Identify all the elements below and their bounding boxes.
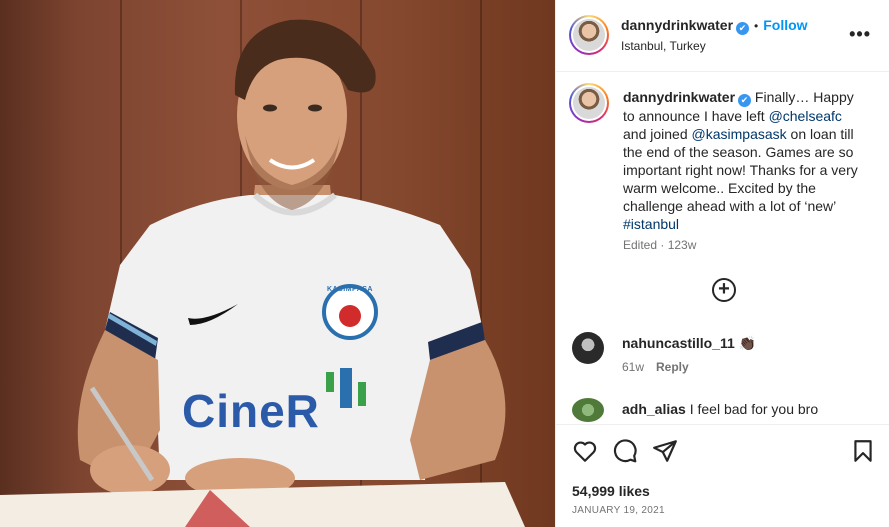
- share-icon[interactable]: [652, 438, 678, 464]
- avatar-image: [573, 87, 605, 119]
- likes-count[interactable]: 54,999 likes: [572, 483, 650, 499]
- comment-username[interactable]: adh_alias: [622, 401, 686, 417]
- avatar-image: [573, 19, 605, 51]
- post-location[interactable]: Istanbul, Turkey: [621, 39, 706, 53]
- caption-meta: Edited · 123w: [623, 238, 697, 252]
- comment-username[interactable]: nahuncastillo_11: [622, 335, 735, 351]
- verified-badge-icon: ✔: [736, 22, 750, 35]
- separator-dot: •: [754, 19, 759, 33]
- crest-text: KASIMPAŞA: [327, 286, 373, 293]
- post-actions: 54,999 likes JANUARY 19, 2021: [556, 424, 889, 527]
- mention-link[interactable]: @kasimpasask: [692, 126, 787, 142]
- caption-username[interactable]: dannydrinkwater: [623, 89, 735, 105]
- bookmark-icon[interactable]: [850, 438, 876, 464]
- hashtag-link[interactable]: #istanbul: [623, 216, 679, 232]
- post-caption: dannydrinkwater ✔ Finally… Happy to annou…: [623, 88, 869, 233]
- shirt-sponsor: CineR: [182, 385, 320, 437]
- comment-item: adh_alias I feel bad for you bro: [622, 401, 818, 417]
- more-options-icon[interactable]: •••: [849, 24, 871, 45]
- caption-text: and joined: [623, 126, 692, 142]
- comment-age: 61w: [622, 360, 645, 374]
- heart-icon[interactable]: [572, 438, 598, 464]
- post-photo[interactable]: KASIMPAŞA CineR: [0, 0, 555, 527]
- follow-button[interactable]: Follow: [763, 17, 807, 33]
- header-title-row: dannydrinkwater ✔ • Follow: [621, 17, 808, 35]
- verified-badge-icon: ✔: [738, 94, 752, 107]
- post-header: dannydrinkwater ✔ • Follow Istanbul, Turkey…: [556, 0, 889, 72]
- mention-link[interactable]: @chelseafc: [769, 108, 842, 124]
- comment-text: I feel bad for you bro: [689, 401, 819, 417]
- caption-avatar[interactable]: [569, 83, 609, 123]
- player-illustration: [0, 19, 525, 527]
- author-username[interactable]: dannydrinkwater: [621, 17, 733, 33]
- reply-button[interactable]: Reply: [656, 360, 689, 374]
- post-sidebar: dannydrinkwater ✔ • Follow Istanbul, Turkey…: [555, 0, 889, 527]
- comment-avatar[interactable]: [572, 332, 604, 364]
- post-date: JANUARY 19, 2021: [572, 505, 665, 516]
- comment-meta: 61w Reply: [622, 360, 701, 374]
- author-avatar[interactable]: [569, 15, 609, 55]
- comment-item: nahuncastillo_11 👏🏿: [622, 335, 756, 352]
- comment-text: 👏🏿: [738, 335, 757, 351]
- comment-icon[interactable]: [612, 438, 638, 464]
- comment-avatar[interactable]: [572, 398, 604, 422]
- load-more-comments-icon[interactable]: +: [712, 278, 736, 302]
